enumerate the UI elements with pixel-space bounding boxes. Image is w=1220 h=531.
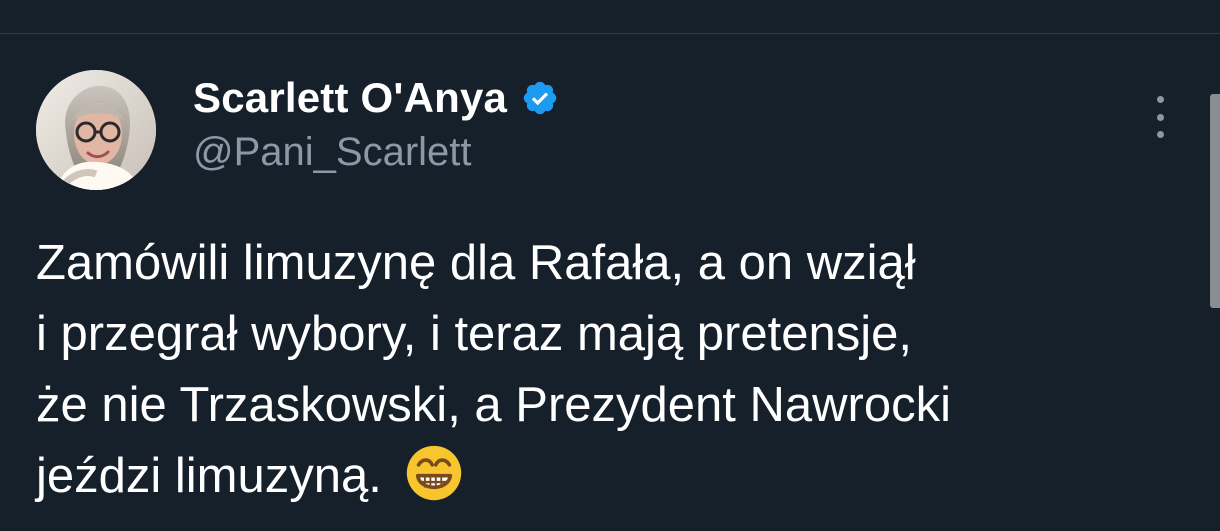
avatar[interactable] <box>36 70 156 190</box>
more-options-button[interactable] <box>1146 96 1174 138</box>
top-divider <box>0 33 1220 34</box>
verified-badge-icon <box>523 81 557 115</box>
scrollbar[interactable] <box>1202 34 1220 531</box>
grinning-face-with-smiling-eyes-emoji <box>407 445 462 501</box>
more-vertical-icon-dot <box>1156 131 1164 138</box>
more-vertical-icon-dot <box>1156 113 1164 121</box>
user-handle[interactable]: @Pani_Scarlett <box>193 130 472 175</box>
display-name[interactable]: Scarlett O'Anya <box>193 74 507 122</box>
author-name-row[interactable]: Scarlett O'Anya <box>193 70 559 126</box>
tweet-text-line: że nie Trzaskowski, a Prezydent Nawrocki <box>36 378 951 432</box>
scrollbar-thumb[interactable] <box>1210 94 1220 308</box>
tweet-text-line: i przegrał wybory, i teraz mają pretensj… <box>36 307 912 361</box>
tweet-text-line-content: jeździ limuzyną. <box>36 449 382 503</box>
profile-photo-icon <box>36 70 156 190</box>
tweet-text-line-last: jeździ limuzyną. <box>36 441 1176 512</box>
more-vertical-icon <box>1156 96 1164 103</box>
tweet-text-line: Zamówili limuzynę dla Rafała, a on wziął <box>36 236 916 290</box>
tweet-text: Zamówili limuzynę dla Rafała, a on wziął… <box>36 228 1176 512</box>
